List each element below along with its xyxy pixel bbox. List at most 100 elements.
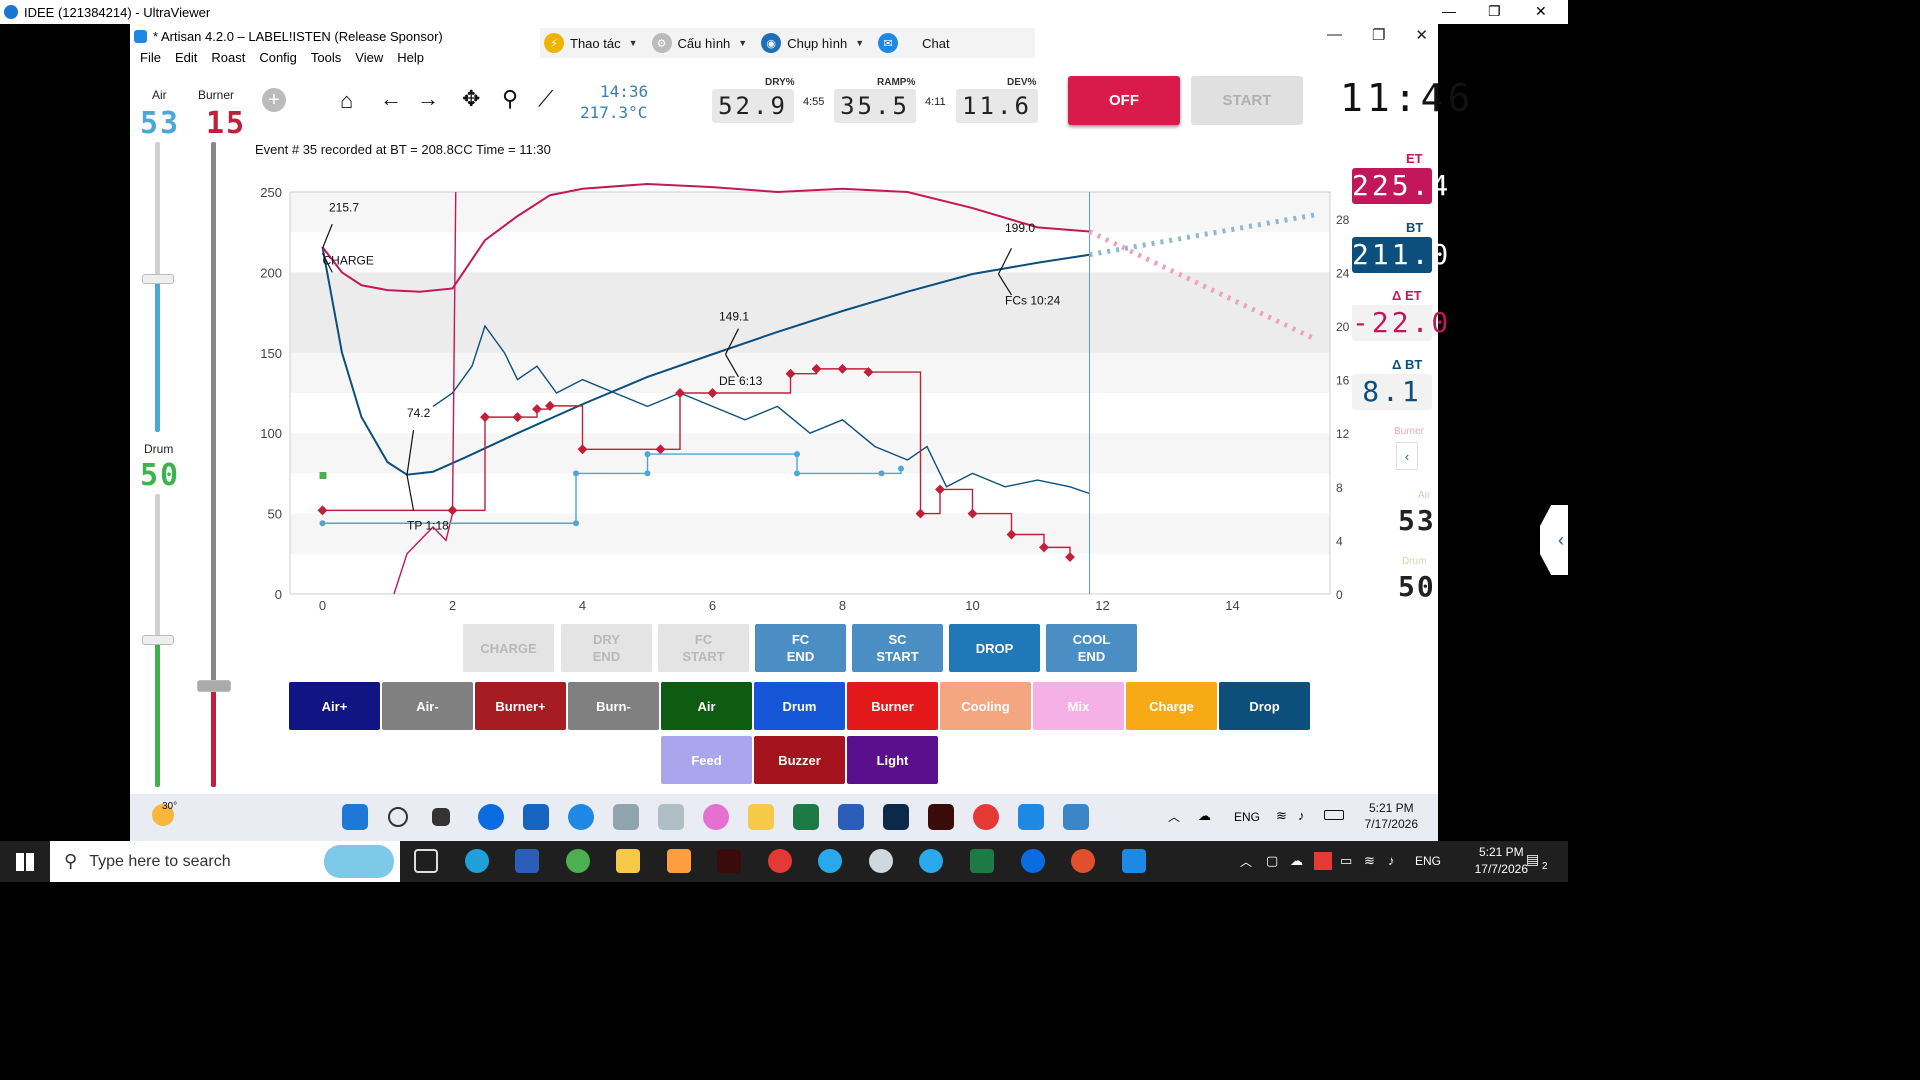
maximize-icon[interactable]: ❐ — [1488, 3, 1501, 20]
custom-button-burnminus[interactable]: Burn- — [568, 682, 659, 730]
air-slider-handle[interactable] — [142, 274, 174, 284]
volume-icon[interactable]: ♪ — [1388, 853, 1395, 868]
chevron-up-icon[interactable]: ︿ — [1240, 853, 1252, 870]
zalo-icon[interactable] — [478, 804, 504, 830]
toolbar-screenshot[interactable]: Chụp hình — [787, 36, 847, 51]
illustrator-icon[interactable] — [928, 804, 954, 830]
zalo-icon[interactable] — [1021, 849, 1045, 873]
drop-event-button[interactable]: DROP — [949, 624, 1040, 672]
telegram-icon[interactable] — [919, 849, 943, 873]
roast-chart[interactable]: 0 2 4 6 8 10 12 1405010015020025004812162024282… — [230, 162, 1350, 622]
illustrator-icon[interactable] — [717, 849, 741, 873]
app-icon[interactable] — [667, 849, 691, 873]
app-icon[interactable] — [613, 804, 639, 830]
sc-start-button[interactable]: SC START — [852, 624, 943, 672]
minimize-icon[interactable]: — — [1442, 3, 1456, 19]
custom-button-mix[interactable]: Mix — [1033, 682, 1124, 730]
app-tray-icon[interactable] — [1314, 852, 1332, 870]
fc-end-button[interactable]: FC END — [755, 624, 846, 672]
start-button[interactable]: START — [1191, 76, 1303, 125]
app-icon[interactable] — [1063, 804, 1089, 830]
excel-icon[interactable] — [793, 804, 819, 830]
ultraviewer-taskbar-icon[interactable] — [1122, 849, 1146, 873]
chevron-left-icon[interactable]: ‹ — [1540, 505, 1568, 575]
menu-roast[interactable]: Roast — [211, 50, 245, 65]
pan-icon[interactable]: ✥ — [462, 86, 480, 112]
custom-button-burnerplus[interactable]: Burner+ — [475, 682, 566, 730]
wifi-icon[interactable]: ≋ — [1276, 808, 1287, 824]
task-view-icon[interactable] — [432, 808, 450, 826]
toolbar-config[interactable]: Cấu hình — [678, 36, 731, 51]
excel-icon[interactable] — [970, 849, 994, 873]
zoom-icon[interactable]: ⚲ — [502, 86, 518, 112]
custom-button-cooling[interactable]: Cooling — [940, 682, 1031, 730]
cool-end-button[interactable]: COOL END — [1046, 624, 1137, 672]
chrome-icon[interactable] — [973, 804, 999, 830]
chart-icon[interactable]: ⟋ — [538, 86, 553, 112]
custom-button-airminus[interactable]: Air- — [382, 682, 473, 730]
wifi-icon[interactable]: ≋ — [1364, 853, 1375, 869]
custom-button-buzzer[interactable]: Buzzer — [754, 736, 845, 784]
menu-help[interactable]: Help — [397, 50, 424, 65]
drum-slider-handle[interactable] — [142, 635, 174, 645]
photoshop-icon[interactable] — [883, 804, 909, 830]
powerpoint-icon[interactable] — [1071, 849, 1095, 873]
custom-button-feed[interactable]: Feed — [661, 736, 752, 784]
menu-file[interactable]: File — [140, 50, 161, 65]
menu-config[interactable]: Config — [259, 50, 297, 65]
chevron-down-icon[interactable]: ▼ — [855, 38, 864, 48]
chevron-up-icon[interactable]: ︿ — [1168, 808, 1180, 825]
telegram-icon[interactable] — [818, 849, 842, 873]
custom-button-light[interactable]: Light — [847, 736, 938, 784]
windows-start-icon[interactable] — [16, 853, 34, 871]
notification-icon[interactable]: ▤ — [1526, 851, 1539, 868]
app-icon[interactable] — [658, 804, 684, 830]
back-arrow-icon[interactable]: ← — [380, 86, 402, 112]
copilot-icon[interactable] — [703, 804, 729, 830]
folder-icon[interactable] — [748, 804, 774, 830]
language-indicator[interactable]: ENG — [1234, 810, 1260, 824]
forward-arrow-icon[interactable]: → — [417, 86, 439, 112]
app-icon[interactable] — [566, 849, 590, 873]
toolbar-actions[interactable]: Thao tác — [570, 36, 621, 51]
close-icon[interactable]: ✕ — [1415, 26, 1428, 44]
minimize-icon[interactable]: — — [1327, 26, 1342, 44]
chevron-down-icon[interactable]: ▼ — [738, 38, 747, 48]
menu-tools[interactable]: Tools — [311, 50, 341, 65]
remote-app-icon[interactable] — [568, 804, 594, 830]
search-box[interactable]: ⚲ Type here to search — [50, 841, 400, 882]
off-button[interactable]: OFF — [1068, 76, 1180, 125]
dry-end-button[interactable]: DRY END — [561, 624, 652, 672]
add-icon[interactable]: + — [262, 88, 286, 112]
app-icon[interactable] — [869, 849, 893, 873]
word-icon[interactable] — [515, 849, 539, 873]
custom-button-charge[interactable]: Charge — [1126, 682, 1217, 730]
close-icon[interactable]: ✕ — [1535, 3, 1547, 20]
task-view-icon[interactable] — [414, 849, 438, 873]
custom-button-drum[interactable]: Drum — [754, 682, 845, 730]
menu-view[interactable]: View — [355, 50, 383, 65]
language-indicator[interactable]: ENG — [1415, 854, 1441, 868]
search-icon[interactable] — [388, 807, 408, 827]
home-icon[interactable]: ⌂ — [340, 88, 353, 114]
custom-button-air[interactable]: Air — [661, 682, 752, 730]
chevron-left-icon[interactable]: ‹ — [1396, 442, 1418, 470]
maximize-icon[interactable]: ❐ — [1372, 26, 1385, 44]
remote-clock[interactable]: 5:21 PM 7/17/2026 — [1365, 800, 1418, 832]
chevron-down-icon[interactable]: ▼ — [629, 38, 638, 48]
chrome-icon[interactable] — [768, 849, 792, 873]
charge-event-button[interactable]: CHARGE — [463, 624, 554, 672]
custom-button-burner[interactable]: Burner — [847, 682, 938, 730]
custom-button-airplus[interactable]: Air+ — [289, 682, 380, 730]
burner-slider-handle[interactable] — [197, 680, 231, 692]
word-icon[interactable] — [838, 804, 864, 830]
fc-start-button[interactable]: FC START — [658, 624, 749, 672]
custom-button-drop[interactable]: Drop — [1219, 682, 1310, 730]
volume-icon[interactable]: ♪ — [1298, 808, 1305, 823]
system-clock[interactable]: 5:21 PM 17/7/2026 — [1475, 844, 1528, 878]
start-icon[interactable] — [342, 804, 368, 830]
app-icon[interactable] — [523, 804, 549, 830]
artisan-taskbar-icon[interactable] — [1018, 804, 1044, 830]
menu-edit[interactable]: Edit — [175, 50, 197, 65]
toolbar-chat[interactable]: Chat — [922, 36, 949, 51]
